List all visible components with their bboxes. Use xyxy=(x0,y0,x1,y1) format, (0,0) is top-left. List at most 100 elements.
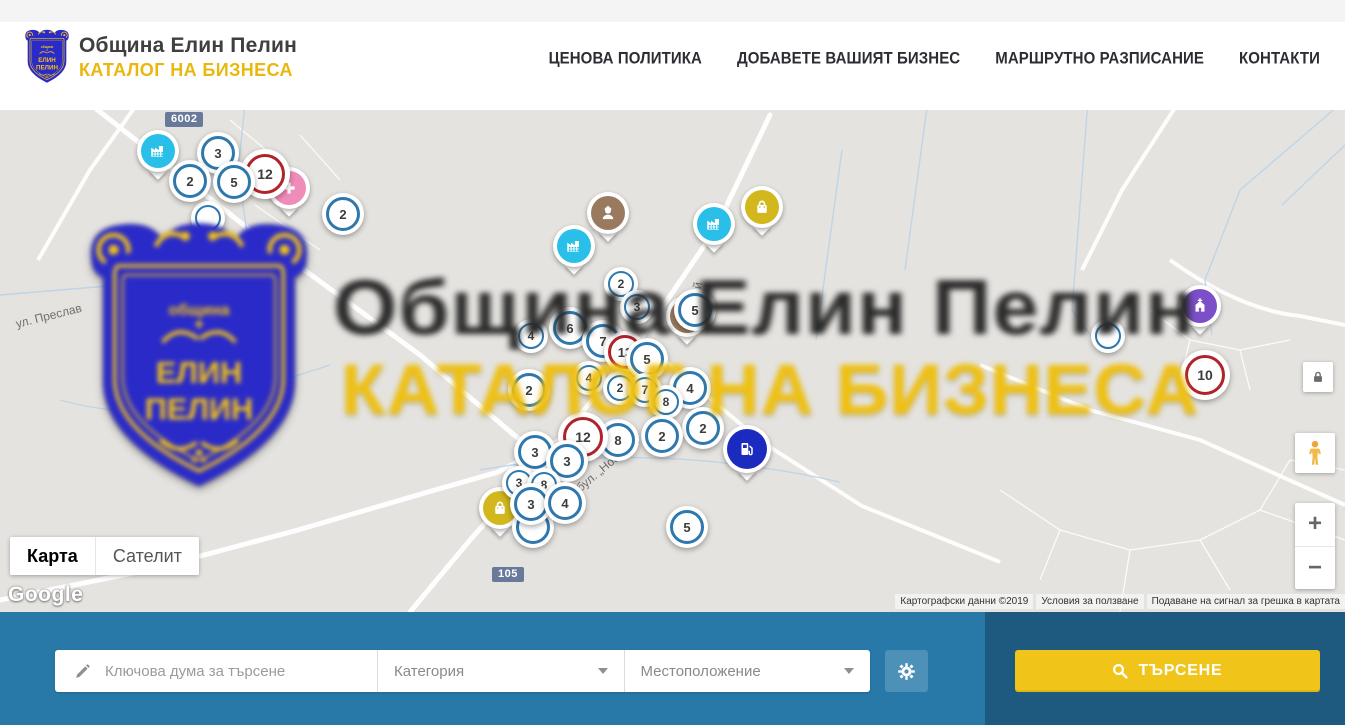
cluster-marker[interactable]: 8 xyxy=(649,385,683,419)
church-icon xyxy=(1179,285,1221,327)
map-attribution: Картографски данни ©2019Условия за ползв… xyxy=(895,594,1345,609)
google-map[interactable]: ул. Преславбул. „Новоселций6002105 32125… xyxy=(0,110,1345,612)
cluster-marker[interactable]: 2 xyxy=(322,193,364,235)
cluster-count: 4 xyxy=(686,381,693,396)
map-pin-church[interactable] xyxy=(1179,285,1221,327)
cluster-count: 10 xyxy=(1197,367,1213,383)
cluster-marker[interactable]: 5 xyxy=(666,506,708,548)
pin-dot xyxy=(745,190,779,224)
map-attribution-link[interactable]: Условия за ползване xyxy=(1036,594,1143,609)
cluster-marker[interactable] xyxy=(191,201,225,235)
pin-dot xyxy=(697,207,731,241)
cluster-marker[interactable]: 5 xyxy=(213,161,255,203)
cluster-count: 4 xyxy=(528,329,535,343)
street-view-pegman-button[interactable] xyxy=(1295,433,1335,473)
map-attribution-link[interactable]: Подаване на сигнал за грешка в картата xyxy=(1147,594,1345,609)
map-type-control: Карта Сателит xyxy=(10,537,199,575)
cluster-marker[interactable]: 10 xyxy=(1180,350,1230,400)
zoom-out-button[interactable]: − xyxy=(1295,547,1335,590)
nav-item-0[interactable]: ЦЕНОВА ПОЛИТИКА xyxy=(549,49,702,68)
cluster-count: 3 xyxy=(527,497,534,512)
cluster-count: 2 xyxy=(617,381,624,395)
header-top-strip xyxy=(0,0,1345,22)
cluster-marker[interactable]: 4 xyxy=(514,319,548,353)
cluster-marker[interactable]: 2 xyxy=(641,415,683,457)
cluster-count: 2 xyxy=(658,429,665,444)
cluster-marker[interactable] xyxy=(1091,319,1125,353)
location-dropdown[interactable]: Местоположение xyxy=(624,650,871,692)
map-type-map-button[interactable]: Карта xyxy=(10,537,95,575)
factory-icon xyxy=(693,203,735,245)
category-dropdown-label: Категория xyxy=(394,663,464,680)
cluster-count: 2 xyxy=(525,383,532,398)
pin-dot xyxy=(591,196,625,230)
pegman-icon xyxy=(1304,440,1326,466)
pin-dot xyxy=(1183,289,1217,323)
category-dropdown[interactable]: Категория xyxy=(378,650,624,692)
map-pin-factory[interactable] xyxy=(553,225,595,267)
map-pin-fuel-pump[interactable] xyxy=(723,425,771,473)
road-badge: 6002 xyxy=(165,112,203,127)
chevron-down-icon xyxy=(598,668,608,674)
cluster-count: 5 xyxy=(691,303,698,318)
map-pin-shopping-bag[interactable] xyxy=(741,186,783,228)
factory-icon xyxy=(137,130,179,172)
map-zoom-control: + − xyxy=(1295,503,1335,589)
site-header: Община Елин Пелин КАТАЛОГ НА БИЗНЕСА ЦЕН… xyxy=(0,0,1345,111)
main-nav: ЦЕНОВА ПОЛИТИКА ДОБАВЕТЕ ВАШИЯТ БИЗНЕС МАР… xyxy=(549,50,1320,67)
cluster-marker[interactable]: 2 xyxy=(682,407,724,449)
cluster-count: 3 xyxy=(634,300,641,314)
road-badge: 105 xyxy=(492,567,524,582)
pin-dot xyxy=(557,229,591,263)
map-type-satellite-button[interactable]: Сателит xyxy=(95,537,199,575)
google-logo[interactable]: Google xyxy=(8,583,83,607)
factory-icon xyxy=(553,225,595,267)
keyword-input[interactable] xyxy=(103,662,377,681)
map-pin-factory[interactable] xyxy=(137,130,179,172)
advanced-search-button[interactable] xyxy=(885,650,928,692)
cluster-count: 12 xyxy=(257,166,273,182)
cluster-count: 8 xyxy=(614,433,621,448)
site-title: Община Елин Пелин xyxy=(79,34,297,58)
cluster-count: 4 xyxy=(586,371,593,385)
cluster-count: 2 xyxy=(186,174,193,189)
search-button[interactable]: ТЪРСЕНЕ xyxy=(1015,650,1320,692)
nav-item-2[interactable]: МАРШРУТНО РАЗПИСАНИЕ xyxy=(995,49,1204,68)
cluster-count: 3 xyxy=(563,454,570,469)
cluster-marker[interactable]: 3 xyxy=(620,290,654,324)
search-button-label: ТЪРСЕНЕ xyxy=(1138,662,1222,680)
keyword-field[interactable] xyxy=(55,650,378,692)
cluster-marker[interactable]: 2 xyxy=(169,160,211,202)
search-fields: Категория Местоположение xyxy=(55,650,870,692)
search-bar: Категория Местоположение ТЪРС xyxy=(0,612,1345,725)
fuel-pump-icon xyxy=(723,425,771,473)
cluster-marker[interactable]: 2 xyxy=(508,369,550,411)
pin-dot xyxy=(141,134,175,168)
cluster-count: 2 xyxy=(618,277,625,291)
cluster-count: 6 xyxy=(566,321,573,336)
cluster-count: 3 xyxy=(214,146,221,161)
cluster-marker[interactable]: 4 xyxy=(544,482,586,524)
map-data-copyright: Картографски данни ©2019 xyxy=(895,594,1033,609)
site-subtitle: КАТАЛОГ НА БИЗНЕСА xyxy=(79,60,297,81)
municipality-crest-icon xyxy=(24,27,70,88)
cluster-marker[interactable]: 4 xyxy=(572,361,606,395)
gear-icon xyxy=(897,662,916,681)
map-lock-button[interactable] xyxy=(1303,362,1333,392)
lock-icon xyxy=(1311,370,1325,384)
pencil-icon xyxy=(74,663,91,680)
chevron-down-icon xyxy=(844,668,854,674)
cluster-count: 7 xyxy=(642,383,649,397)
logo[interactable]: Община Елин Пелин КАТАЛОГ НА БИЗНЕСА xyxy=(24,27,297,88)
location-dropdown-label: Местоположение xyxy=(641,663,761,680)
cluster-count: 3 xyxy=(531,445,538,460)
cluster-count: 5 xyxy=(230,175,237,190)
cluster-count: 5 xyxy=(683,520,690,535)
nav-item-1[interactable]: ДОБАВЕТЕ ВАШИЯТ БИЗНЕС xyxy=(737,49,960,68)
zoom-in-button[interactable]: + xyxy=(1295,503,1335,547)
cluster-count: 5 xyxy=(643,352,650,367)
map-pin-factory[interactable] xyxy=(693,203,735,245)
nav-item-3[interactable]: КОНТАКТИ xyxy=(1239,49,1320,68)
cluster-marker[interactable]: 5 xyxy=(674,289,716,331)
logo-text: Община Елин Пелин КАТАЛОГ НА БИЗНЕСА xyxy=(79,34,297,81)
